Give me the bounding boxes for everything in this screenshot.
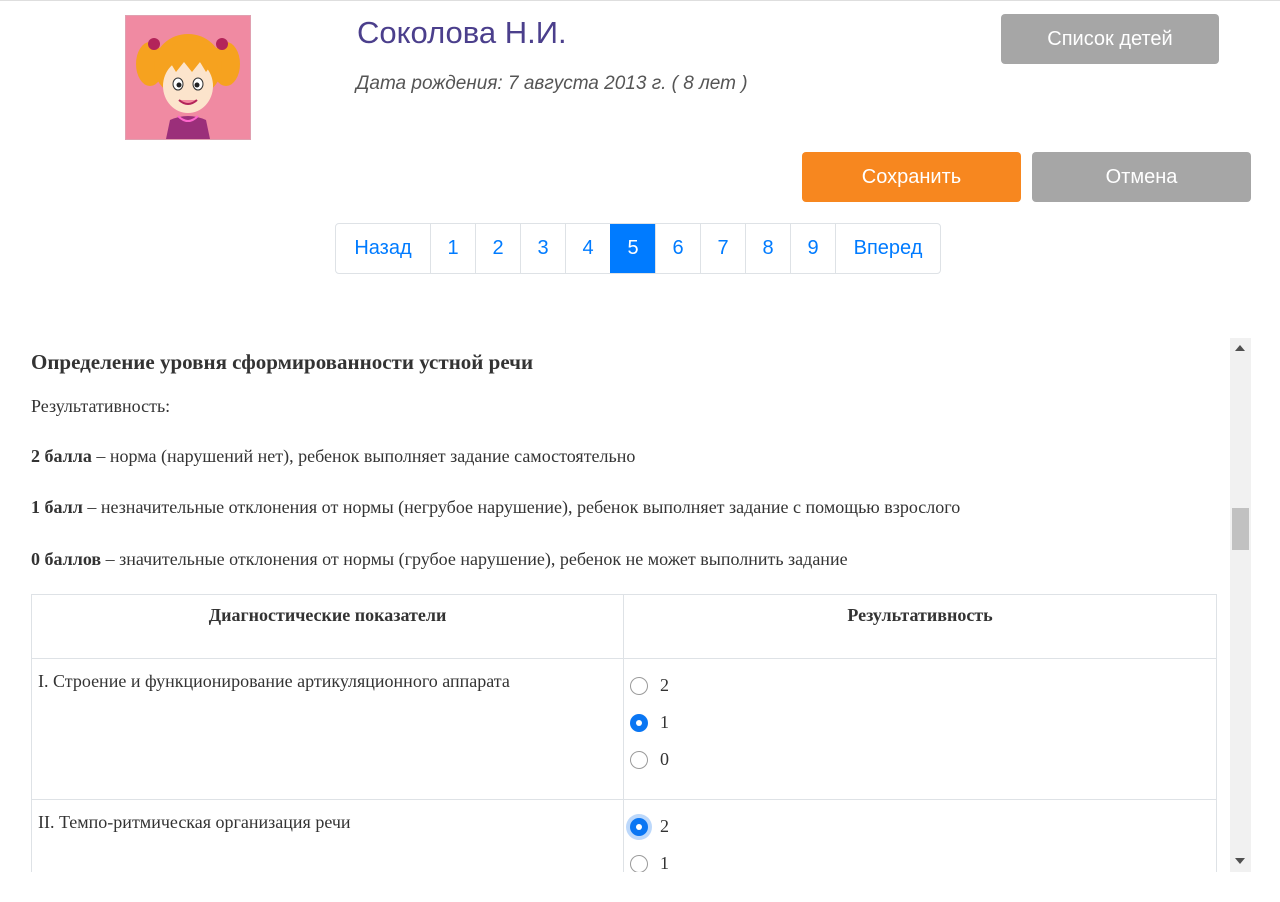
page-3[interactable]: 3 [520, 224, 565, 273]
indicator-cell: I. Строение и функционирование артикуляц… [31, 658, 624, 800]
radio-option[interactable]: 0 [630, 741, 1210, 778]
page-4[interactable]: 4 [565, 224, 610, 273]
header-effectiveness: Результативность [623, 594, 1217, 659]
table-row: I. Строение и функционирование артикуляц… [31, 658, 1217, 800]
radio-label: 0 [660, 749, 669, 769]
top-divider [0, 0, 1280, 1]
radio-label: 2 [660, 816, 669, 836]
page-5-active[interactable]: 5 [610, 224, 655, 273]
pagination-prev[interactable]: Назад [336, 224, 430, 273]
radio-button-selected[interactable] [630, 713, 648, 732]
section-title: Определение уровня сформированности устн… [31, 350, 534, 374]
scale-score: 1 балл [31, 497, 83, 517]
scale-item-0: 0 баллов – значительные отклонения от но… [31, 549, 848, 570]
result-cell: 2 1 0 [623, 799, 1217, 872]
panel-scrollbar[interactable] [1230, 338, 1251, 872]
page-1[interactable]: 1 [430, 224, 475, 273]
diagnostics-table: Диагностические показатели Результативно… [31, 594, 1217, 872]
indicator-cell: II. Темпо-ритмическая организация речи [31, 799, 624, 872]
scale-desc: – значительные отклонения от нормы (груб… [101, 549, 848, 569]
page-9[interactable]: 9 [790, 224, 835, 273]
scale-score: 2 балла [31, 446, 92, 466]
radio-label: 1 [660, 853, 669, 872]
effectiveness-label: Результативность: [31, 396, 171, 416]
child-name: Соколова Н.И. [357, 15, 567, 50]
page-8[interactable]: 8 [745, 224, 790, 273]
girl-cartoon-avatar-icon [136, 34, 240, 139]
page-7[interactable]: 7 [700, 224, 745, 273]
children-list-button[interactable]: Список детей [1001, 14, 1219, 64]
radio-button[interactable] [630, 676, 648, 695]
radio-label: 2 [660, 675, 669, 695]
pagination: Назад 1 2 3 4 5 6 7 8 9 Вперед [335, 223, 941, 274]
radio-option[interactable]: 2 [630, 667, 1210, 704]
assessment-panel: Определение уровня сформированности устн… [30, 338, 1230, 872]
radio-label: 1 [660, 712, 669, 732]
scroll-down-arrow-icon[interactable] [1235, 858, 1245, 864]
table-row: II. Темпо-ритмическая организация речи 2… [31, 799, 1217, 872]
scroll-thumb[interactable] [1232, 508, 1249, 550]
radio-button[interactable] [630, 854, 648, 872]
scale-item-2: 2 балла – норма (нарушений нет), ребенок… [31, 446, 635, 467]
cancel-button[interactable]: Отмена [1032, 152, 1251, 202]
child-avatar [125, 15, 251, 140]
birth-date: Дата рождения: 7 августа 2013 г. ( 8 лет… [356, 73, 748, 94]
radio-option[interactable]: 1 [630, 704, 1210, 741]
scale-desc: – норма (нарушений нет), ребенок выполня… [91, 446, 636, 466]
radio-option[interactable]: 1 [630, 845, 1210, 872]
scale-desc: – незначительные отклонения от нормы (не… [82, 497, 961, 517]
scale-item-1: 1 балл – незначительные отклонения от но… [31, 497, 960, 518]
radio-option[interactable]: 2 [630, 808, 1210, 845]
page-2[interactable]: 2 [475, 224, 520, 273]
result-cell: 2 1 0 [623, 658, 1217, 800]
page-6[interactable]: 6 [655, 224, 700, 273]
scroll-up-arrow-icon[interactable] [1235, 345, 1245, 351]
pagination-next[interactable]: Вперед [835, 224, 940, 273]
radio-button-selected[interactable] [630, 817, 648, 836]
save-button[interactable]: Сохранить [802, 152, 1021, 202]
scale-score: 0 баллов [31, 549, 102, 569]
header-indicators: Диагностические показатели [31, 594, 624, 659]
radio-button[interactable] [630, 750, 648, 769]
